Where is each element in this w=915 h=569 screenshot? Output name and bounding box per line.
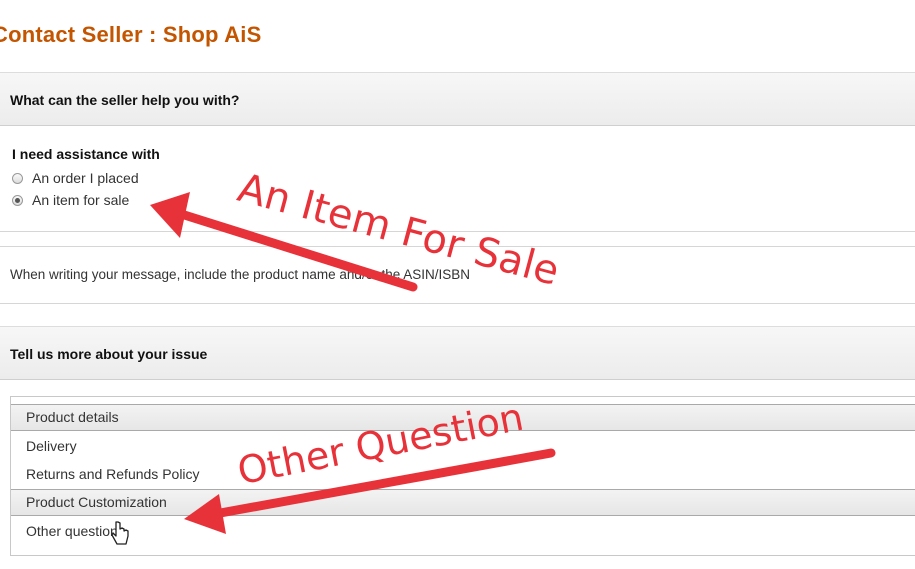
radio-item-for-sale[interactable]: An item for sale xyxy=(12,192,129,208)
radio-button-order[interactable] xyxy=(12,172,23,184)
issue-section-title: Tell us more about your issue xyxy=(10,346,208,362)
assistance-label: I need assistance with xyxy=(12,146,160,162)
help-section-title: What can the seller help you with? xyxy=(10,92,240,108)
issue-section-header: Tell us more about your issue xyxy=(0,326,915,380)
radio-label-item: An item for sale xyxy=(32,192,130,208)
issue-item-other-question[interactable]: Other question xyxy=(11,518,915,545)
issue-item-returns-refunds[interactable]: Returns and Refunds Policy xyxy=(11,461,915,488)
assistance-options: I need assistance with An order I placed… xyxy=(0,136,915,232)
radio-order-placed[interactable]: An order I placed xyxy=(12,170,139,186)
issue-item-product-customization[interactable]: Product Customization xyxy=(11,489,915,516)
help-section-header: What can the seller help you with? xyxy=(0,72,915,126)
page-title: Contact Seller : Shop AiS xyxy=(0,22,262,47)
hint-text: When writing your message, include the p… xyxy=(10,267,470,282)
radio-button-item[interactable] xyxy=(12,194,23,206)
radio-label-order: An order I placed xyxy=(32,170,139,186)
